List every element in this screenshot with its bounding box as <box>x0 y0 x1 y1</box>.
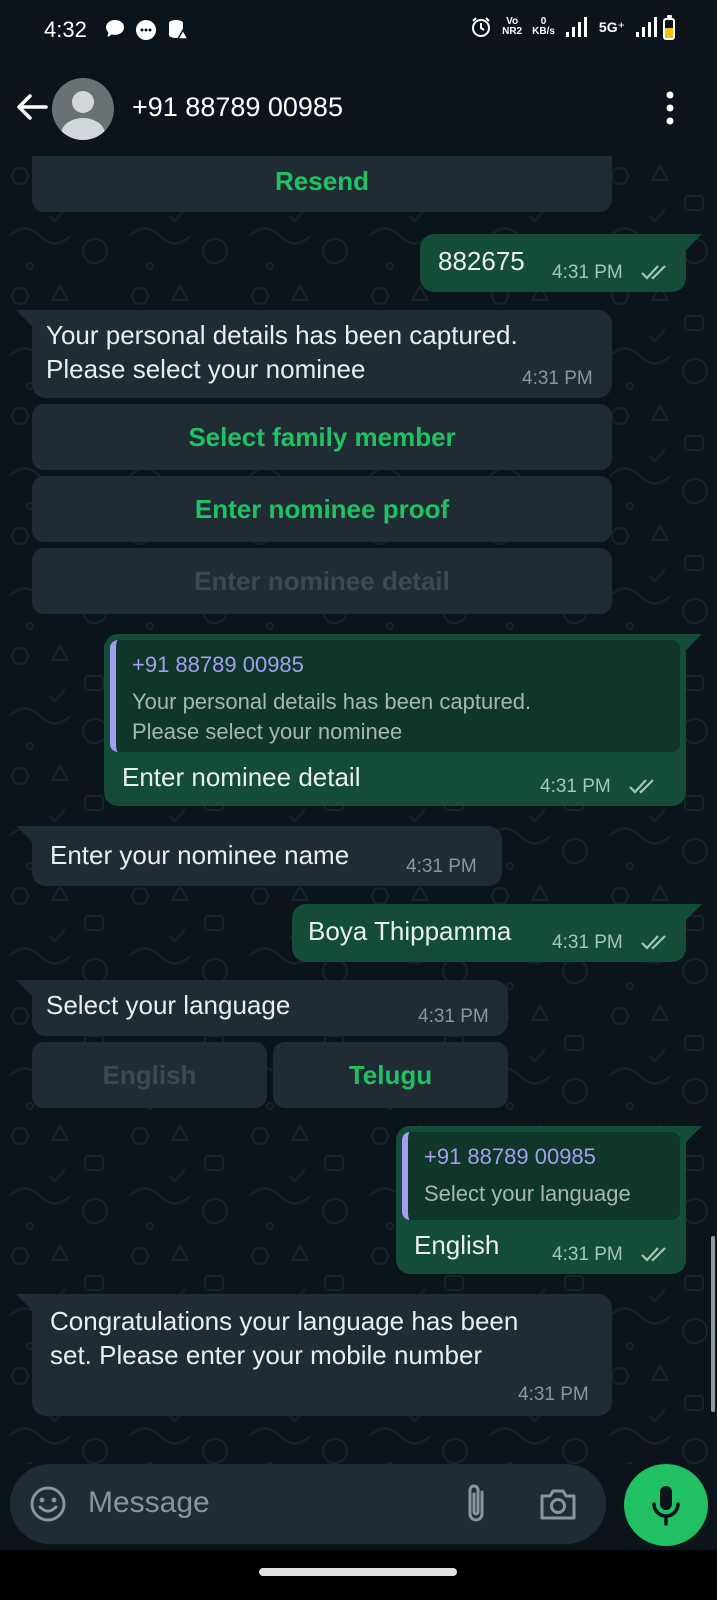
message-input[interactable]: Message <box>10 1464 606 1544</box>
option-label: Enter nominee proof <box>194 494 450 524</box>
message-time: 4:31 PM <box>518 1384 589 1405</box>
message-outgoing-name[interactable]: Boya Thippamma 4:31 PM <box>292 904 686 962</box>
nr-label: NR2 <box>502 26 523 37</box>
more-vert-icon[interactable] <box>663 90 677 126</box>
scrollbar[interactable] <box>711 1236 715 1412</box>
avatar[interactable] <box>52 78 114 140</box>
quote-sender: +91 88789 00985 <box>424 1144 596 1169</box>
bubble-tail <box>16 980 32 996</box>
quoted-message[interactable]: +91 88789 00985 Select your language <box>402 1132 680 1220</box>
avatar-icon <box>61 91 105 140</box>
speed-unit: KB/s <box>532 26 555 37</box>
mic-button[interactable] <box>624 1464 708 1546</box>
message-outgoing-reply-english[interactable]: +91 88789 00985 Select your language Eng… <box>396 1126 686 1274</box>
resend-label: Resend <box>275 166 369 196</box>
volte-indicator: Vo NR2 <box>502 17 522 37</box>
bubble-tail <box>686 234 702 250</box>
battery-icon <box>663 15 675 40</box>
english-button: English <box>32 1042 267 1108</box>
home-gesture-handle[interactable] <box>259 1568 457 1576</box>
mic-icon <box>652 1486 680 1526</box>
select-family-member-button[interactable]: Select family member <box>32 404 612 470</box>
bubble-tail <box>16 310 32 326</box>
contact-name[interactable]: +91 88789 00985 <box>132 92 343 123</box>
message-time: 4:31 PM <box>552 1244 623 1265</box>
notification-icons <box>104 18 190 42</box>
attach-icon[interactable] <box>462 1482 492 1526</box>
emoji-icon[interactable] <box>28 1484 68 1524</box>
message-incoming-congrats[interactable]: Congratulations your language has been s… <box>32 1294 612 1416</box>
bubble-tail <box>16 1294 32 1310</box>
message-text: Enter nominee detail <box>122 762 361 792</box>
message-time: 4:31 PM <box>540 776 611 797</box>
enter-nominee-proof-button[interactable]: Enter nominee proof <box>32 476 612 542</box>
status-right-icons: Vo NR2 0 KB/s 5G⁺ <box>470 16 659 38</box>
bubble-tail <box>686 1126 702 1142</box>
message-text: 882675 <box>438 246 525 276</box>
option-label: Telugu <box>348 1060 433 1090</box>
message-text-line2: Please select your nominee <box>46 354 366 384</box>
message-text-line2: set. Please enter your mobile number <box>50 1340 483 1370</box>
resend-button[interactable]: Resend <box>32 156 612 212</box>
bubble-tail <box>16 826 32 842</box>
double-check-icon <box>641 1247 666 1262</box>
message-time: 4:31 PM <box>406 856 477 877</box>
message-incoming-ask-name[interactable]: Enter your nominee name 4:31 PM <box>32 826 502 886</box>
message-icon <box>136 20 156 40</box>
double-check-icon <box>641 265 666 280</box>
telugu-button[interactable]: Telugu <box>273 1042 508 1108</box>
double-check-icon <box>629 779 654 794</box>
quote-text-line2: Please select your nominee <box>132 719 403 744</box>
alarm-icon <box>472 17 491 37</box>
signal-icon <box>565 17 587 37</box>
status-bar: 4:32 Vo NR2 0 KB/s 5G⁺ <box>0 0 717 62</box>
message-text-line1: Your personal details has been captured. <box>46 320 518 350</box>
quoted-message[interactable]: +91 88789 00985 Your personal details ha… <box>110 640 680 752</box>
option-label: Select family member <box>188 422 456 452</box>
quote-text: Select your language <box>424 1181 631 1206</box>
message-time: 4:31 PM <box>552 262 623 283</box>
message-time: 4:31 PM <box>418 1006 489 1027</box>
status-time: 4:32 <box>44 17 87 42</box>
data-speed: 0 KB/s <box>532 17 555 37</box>
message-text: Enter your nominee name <box>50 840 350 870</box>
camera-icon[interactable] <box>538 1486 578 1522</box>
chat-header: +91 88789 00985 <box>0 62 717 156</box>
signal-2-icon <box>636 17 657 37</box>
message-text: Boya Thippamma <box>308 916 512 946</box>
message-outgoing-otp[interactable]: 882675 4:31 PM <box>420 234 686 292</box>
bubble-tail <box>686 904 702 920</box>
chat-area[interactable]: Resend 882675 4:31 PM Your personal deta… <box>0 156 717 1464</box>
message-time: 4:31 PM <box>522 368 593 389</box>
message-time: 4:31 PM <box>552 932 623 953</box>
message-incoming-captured[interactable]: Your personal details has been captured.… <box>32 310 612 398</box>
message-outgoing-reply-nominee-detail[interactable]: +91 88789 00985 Your personal details ha… <box>104 634 686 806</box>
network-type: 5G⁺ <box>598 18 625 35</box>
system-nav-bar <box>0 1550 717 1600</box>
message-placeholder: Message <box>88 1486 210 1519</box>
message-text: Select your language <box>46 990 291 1020</box>
composer: Message <box>0 1464 717 1546</box>
quote-text-line1: Your personal details has been captured. <box>132 689 532 714</box>
message-text: English <box>414 1230 500 1260</box>
quote-sender: +91 88789 00985 <box>132 652 304 677</box>
option-label: Enter nominee detail <box>194 566 450 596</box>
double-check-icon <box>641 935 666 950</box>
battery-level <box>665 28 673 38</box>
message-text-line1: Congratulations your language has been <box>50 1306 519 1336</box>
back-arrow-icon[interactable] <box>12 87 52 127</box>
bubble-tail <box>686 634 702 650</box>
option-label: English <box>102 1060 197 1090</box>
storage-alert-icon <box>169 20 190 40</box>
chat-bubble-icon <box>106 20 124 37</box>
message-incoming-ask-language[interactable]: Select your language 4:31 PM <box>32 980 508 1036</box>
enter-nominee-detail-button: Enter nominee detail <box>32 548 612 614</box>
